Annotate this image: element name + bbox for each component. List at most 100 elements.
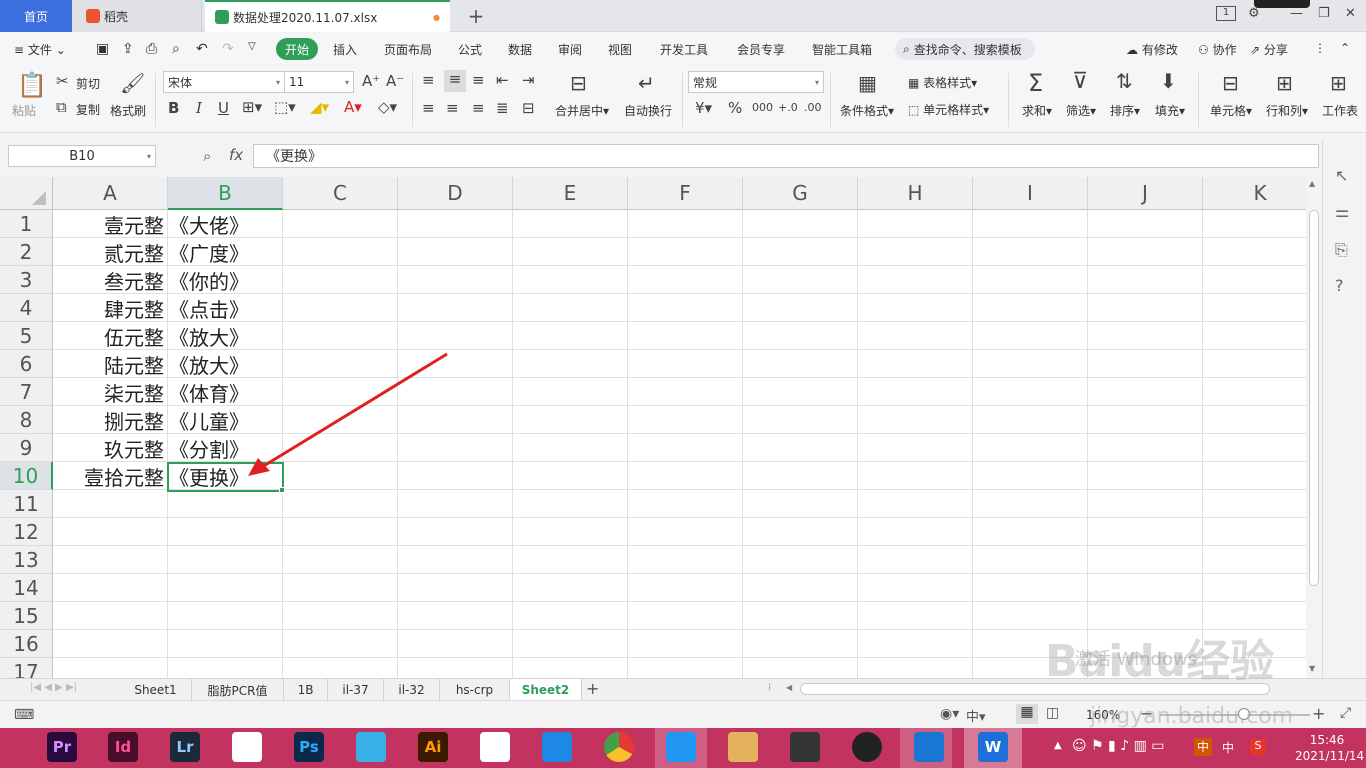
scroll-left-icon[interactable]: ◀ xyxy=(786,683,792,692)
illustrator-icon[interactable]: Ai xyxy=(418,732,448,762)
video-icon[interactable] xyxy=(790,732,820,762)
column-header-h[interactable]: H xyxy=(858,177,973,210)
worksheet-button[interactable]: 工作表 xyxy=(1322,102,1358,119)
cell-a6[interactable]: 陆元整 xyxy=(53,350,167,378)
wrap-icon[interactable]: ↵ xyxy=(638,71,655,95)
row-header-15[interactable]: 15 xyxy=(0,602,53,630)
cell-a9[interactable]: 玖元整 xyxy=(53,434,167,462)
splitter-icon[interactable]: ⁞ xyxy=(768,682,771,693)
row-header-3[interactable]: 3 xyxy=(0,266,53,294)
worksheet-icon[interactable]: ⊞ xyxy=(1330,71,1347,95)
sheet-tab-5[interactable]: hs-crp xyxy=(440,679,510,701)
share-button[interactable]: ⇗ 分享 xyxy=(1250,41,1288,58)
backup-icon[interactable]: ⎘ xyxy=(1335,240,1348,260)
menu-member[interactable]: 会员专享 xyxy=(737,41,785,58)
restore-icon[interactable]: ❐ xyxy=(1318,6,1330,21)
cell-style-icon[interactable]: ⬚▾ xyxy=(274,98,296,116)
cut-icon[interactable]: ✂ xyxy=(56,72,69,90)
command-search[interactable]: ⌕ 查找命令、搜索模板 xyxy=(895,38,1035,60)
increase-decimal-button[interactable]: +.0 xyxy=(778,101,798,114)
underline-button[interactable]: U xyxy=(218,99,229,117)
fill-handle[interactable] xyxy=(279,487,285,493)
table-style-button[interactable]: ▦ 表格样式▾ xyxy=(908,74,977,91)
undo-icon[interactable]: ↶ xyxy=(196,41,208,57)
border-icon[interactable]: ⊞▾ xyxy=(242,98,262,116)
name-box[interactable]: B10 ▾ xyxy=(8,145,156,167)
system-clock[interactable]: 15:46 2021/11/14 xyxy=(1295,732,1364,764)
percent-button[interactable]: % xyxy=(728,99,742,117)
ime-label[interactable]: 中 xyxy=(1222,739,1234,756)
app-icon[interactable] xyxy=(914,732,944,762)
row-header-9[interactable]: 9 xyxy=(0,434,53,462)
scroll-up-icon[interactable]: ▲ xyxy=(1309,179,1315,188)
tab-docer[interactable]: 稻壳 xyxy=(72,0,202,32)
thousand-button[interactable]: 000 xyxy=(752,101,773,114)
cell-a3[interactable]: 叁元整 xyxy=(53,266,167,294)
cell-b1[interactable]: 《大佬》 xyxy=(167,210,282,238)
select-all-corner[interactable] xyxy=(0,177,53,210)
properties-icon[interactable]: ⚌ xyxy=(1335,202,1349,221)
row-header-11[interactable]: 11 xyxy=(0,490,53,518)
indent-increase-icon[interactable]: ⇥ xyxy=(522,71,535,89)
wps-icon[interactable]: W xyxy=(978,732,1008,762)
align-bottom-icon[interactable]: ≡ xyxy=(472,71,485,89)
column-header-g[interactable]: G xyxy=(743,177,858,210)
skin-icon[interactable]: ⚙ xyxy=(1248,6,1260,21)
row-header-2[interactable]: 2 xyxy=(0,238,53,266)
help-icon[interactable]: ? xyxy=(1335,276,1344,295)
cell-button[interactable]: 单元格▾ xyxy=(1210,102,1252,119)
column-header-e[interactable]: E xyxy=(513,177,628,210)
modify-button[interactable]: ☁ 有修改 xyxy=(1126,41,1178,58)
select-cursor-icon[interactable]: ↖ xyxy=(1335,166,1348,185)
photoshop-icon[interactable]: Ps xyxy=(294,732,324,762)
add-sheet-button[interactable]: + xyxy=(586,679,599,698)
preview-icon[interactable]: ⌕ xyxy=(172,41,180,57)
page-break-view-icon[interactable]: ◫ xyxy=(1046,705,1059,721)
distributed-icon[interactable]: ⊟ xyxy=(522,99,535,117)
column-header-j[interactable]: J xyxy=(1088,177,1203,210)
fx-icon[interactable]: fx xyxy=(229,146,243,164)
filter-button[interactable]: 筛选▾ xyxy=(1066,102,1096,119)
sheet-tab-0[interactable]: Sheet1 xyxy=(120,679,192,701)
sheet-nav-first-icon[interactable]: |◀ ◀ ▶ ▶| xyxy=(30,682,77,693)
cell-a1[interactable]: 壹元整 xyxy=(53,210,167,238)
menu-formula[interactable]: 公式 xyxy=(458,41,482,58)
app-icon[interactable] xyxy=(356,732,386,762)
vertical-scroll-thumb[interactable] xyxy=(1309,210,1319,586)
indesign-icon[interactable]: Id xyxy=(108,732,138,762)
sogou-icon[interactable]: S xyxy=(1250,739,1266,755)
normal-view-icon[interactable]: ▦ xyxy=(1016,704,1038,724)
collab-button[interactable]: ⚇ 协作 xyxy=(1198,41,1237,58)
cell-a4[interactable]: 肆元整 xyxy=(53,294,167,322)
menu-smart-tools[interactable]: 智能工具箱 xyxy=(812,41,872,58)
menu-data[interactable]: 数据 xyxy=(508,41,532,58)
app-icon[interactable] xyxy=(480,732,510,762)
cell-b7[interactable]: 《体育》 xyxy=(167,378,282,406)
align-top-icon[interactable]: ≡ xyxy=(422,71,435,89)
italic-button[interactable]: I xyxy=(196,99,202,117)
column-header-a[interactable]: A xyxy=(53,177,168,210)
app-icon[interactable] xyxy=(666,732,696,762)
tray-expand-icon[interactable]: ▲ xyxy=(1054,740,1062,751)
column-header-k[interactable]: K xyxy=(1203,177,1306,210)
spreadsheet-grid[interactable]: ABCDEFGHIJK 1 2 3 4 5 6 7 8 9 10 11 12 13 14 15 16 17 壹元… xyxy=(0,177,1306,678)
copy-icon[interactable]: ⧉ xyxy=(56,98,67,116)
cell-style-button[interactable]: ⬚ 单元格样式▾ xyxy=(908,101,989,118)
sheet-tab-2[interactable]: 1B xyxy=(284,679,328,701)
ime-tray-icon[interactable]: 中 xyxy=(1194,738,1212,756)
conditional-format-icon[interactable]: ▦ xyxy=(858,71,877,95)
tab-file[interactable]: 数据处理2020.11.07.xlsx ● xyxy=(205,0,450,32)
column-header-b[interactable]: B xyxy=(168,177,283,210)
decrease-decimal-button[interactable]: .00 xyxy=(804,101,822,114)
row-header-6[interactable]: 6 xyxy=(0,350,53,378)
font-size-select[interactable]: 11 ▾ xyxy=(284,71,354,93)
premiere-icon[interactable]: Pr xyxy=(47,732,77,762)
row-header-12[interactable]: 12 xyxy=(0,518,53,546)
cell-b2[interactable]: 《广度》 xyxy=(167,238,282,266)
align-right-icon[interactable]: ≡ xyxy=(472,99,485,117)
font-select[interactable]: 宋体 ▾ xyxy=(163,71,285,93)
redo-icon[interactable]: ↷ xyxy=(222,41,234,57)
row-header-4[interactable]: 4 xyxy=(0,294,53,322)
align-center-icon[interactable]: ≡ xyxy=(446,99,459,117)
paste-button[interactable]: 粘贴 xyxy=(12,102,36,119)
